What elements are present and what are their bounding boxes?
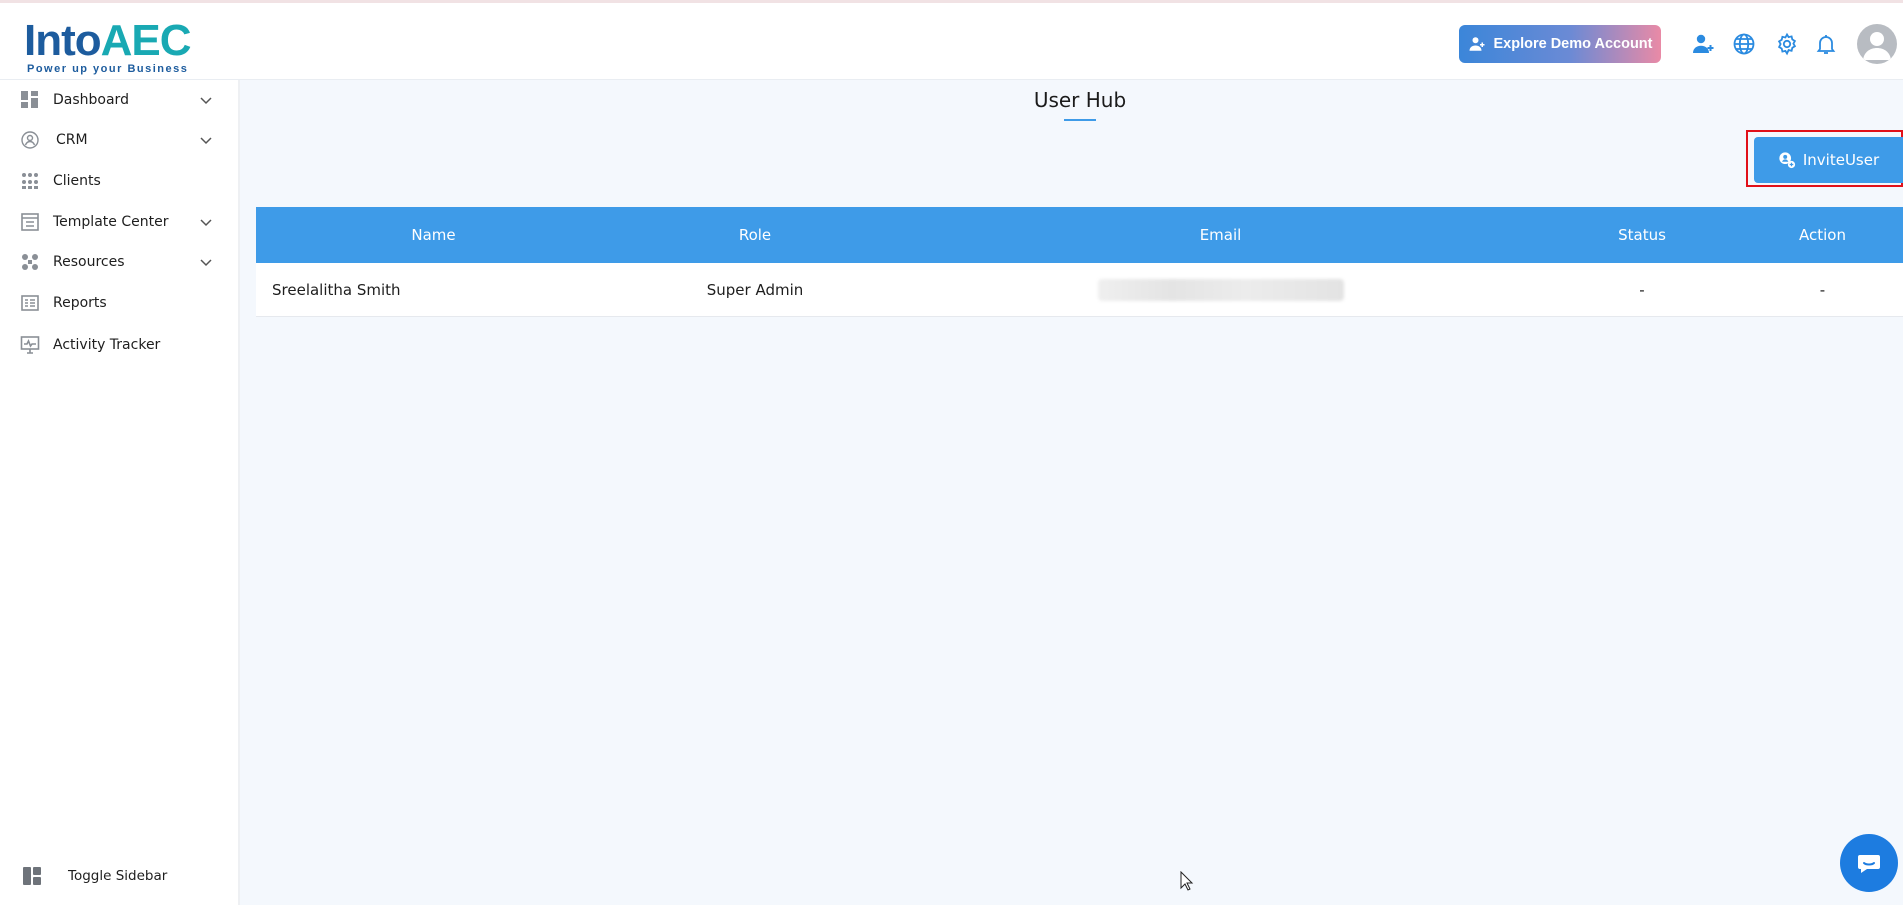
sidebar-item-resources[interactable]: Resources (0, 244, 238, 280)
page-title: User Hub (1033, 88, 1127, 112)
demo-button-label: Explore Demo Account (1493, 36, 1653, 52)
sidebar-item-reports[interactable]: Reports (0, 285, 238, 321)
chevron-down-icon (200, 259, 212, 267)
sidebar-item-label: Resources (53, 254, 125, 270)
resources-icon (20, 252, 40, 272)
chat-icon (1858, 855, 1880, 873)
sidebar: Dashboard CRM Clients Template Center Re… (0, 80, 240, 905)
user-icon (1469, 37, 1484, 51)
column-header-email[interactable]: Email (899, 226, 1542, 244)
sidebar-item-label: CRM (56, 132, 88, 148)
chevron-down-icon (200, 137, 212, 145)
toggle-sidebar-label: Toggle Sidebar (68, 868, 168, 884)
table-header: Name Role Email Status Action (256, 207, 1903, 263)
clients-icon (20, 171, 40, 191)
chevron-down-icon (200, 219, 212, 227)
sidebar-item-label: Dashboard (53, 92, 129, 108)
dashboard-icon (20, 90, 40, 110)
sidebar-item-label: Activity Tracker (53, 337, 161, 353)
sidebar-item-label: Template Center (53, 214, 169, 230)
logo-wordmark: IntoAEC (24, 16, 192, 65)
sidebar-item-label: Reports (53, 295, 107, 311)
sidebar-item-template-center[interactable]: Template Center (0, 204, 238, 240)
explore-demo-account-button[interactable]: Explore Demo Account (1459, 25, 1661, 63)
avatar[interactable] (1857, 24, 1897, 64)
title-underline (1064, 119, 1096, 121)
template-icon (20, 212, 40, 232)
logo-tagline: Power up your Business (27, 63, 189, 75)
invite-user-icon (1779, 152, 1795, 169)
add-user-icon[interactable] (1690, 31, 1716, 57)
mouse-cursor-icon (1180, 871, 1194, 891)
column-header-role[interactable]: Role (611, 226, 899, 244)
reports-icon (20, 293, 40, 313)
intoaec-logo[interactable]: IntoAEC Power up your Business (24, 13, 192, 76)
globe-icon[interactable] (1731, 31, 1757, 57)
sidebar-item-clients[interactable]: Clients (0, 163, 238, 199)
sidebar-item-label: Clients (53, 173, 101, 189)
sidebar-item-dashboard[interactable]: Dashboard (0, 82, 238, 118)
invite-button-label: InviteUser (1802, 151, 1880, 169)
table-row[interactable]: Sreelalitha Smith Super Admin - - (256, 263, 1903, 317)
sidebar-item-crm[interactable]: CRM (0, 122, 238, 158)
user-role: Super Admin (706, 280, 804, 299)
gear-icon[interactable] (1774, 31, 1800, 57)
column-header-action[interactable]: Action (1742, 226, 1903, 244)
bell-icon[interactable] (1813, 31, 1839, 57)
sidebar-item-activity-tracker[interactable]: Activity Tracker (0, 327, 238, 363)
user-action[interactable]: - (1742, 281, 1903, 299)
chat-widget-button[interactable] (1840, 834, 1898, 892)
invite-user-button[interactable]: InviteUser (1754, 137, 1903, 183)
toggle-sidebar-button[interactable]: Toggle Sidebar (0, 861, 238, 891)
activity-icon (20, 335, 40, 355)
chevron-down-icon (200, 97, 212, 105)
column-header-name[interactable]: Name (256, 226, 611, 244)
top-header: IntoAEC Power up your Business Explore D… (0, 0, 1903, 80)
user-name: Sreelalitha Smith (272, 280, 401, 299)
column-header-status[interactable]: Status (1542, 226, 1742, 244)
user-email-redacted (899, 278, 1542, 301)
users-table: Name Role Email Status Action Sreelalith… (256, 207, 1903, 317)
user-status: - (1639, 280, 1645, 299)
toggle-sidebar-icon (22, 866, 42, 886)
crm-icon (20, 130, 40, 150)
